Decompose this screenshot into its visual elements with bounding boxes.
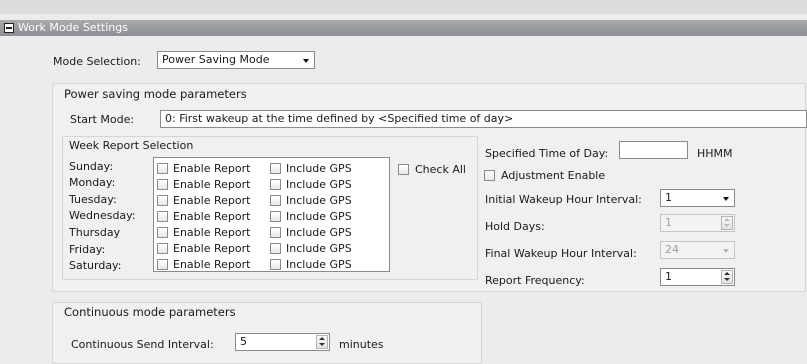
start-mode-label: Start Mode: bbox=[70, 113, 135, 126]
send-interval-value: 5 bbox=[240, 335, 247, 348]
enable-report-label: Enable Report bbox=[173, 242, 251, 255]
initial-interval-value: 1 bbox=[665, 191, 672, 204]
report-frequency-label: Report Frequency: bbox=[485, 274, 585, 287]
enable-report-label: Enable Report bbox=[173, 258, 251, 271]
day-label-sunday: Sunday: bbox=[69, 160, 114, 173]
mode-selection-value: Power Saving Mode bbox=[162, 53, 270, 66]
enable-report-label: Enable Report bbox=[173, 162, 251, 175]
day-label-saturday: Saturday: bbox=[69, 259, 122, 272]
week-report-legend: Week Report Selection bbox=[69, 139, 194, 152]
include-gps-checkbox-sunday[interactable] bbox=[270, 163, 281, 174]
enable-report-label: Enable Report bbox=[173, 210, 251, 223]
window-top-strip bbox=[0, 0, 807, 14]
section-header[interactable]: Work Mode Settings bbox=[0, 20, 807, 36]
enable-report-checkbox-tuesday[interactable] bbox=[157, 195, 168, 206]
include-gps-label: Include GPS bbox=[286, 226, 352, 239]
include-gps-label: Include GPS bbox=[286, 258, 352, 271]
spin-arrows-icon[interactable] bbox=[721, 216, 733, 230]
include-gps-label: Include GPS bbox=[286, 178, 352, 191]
mode-selection-dropdown[interactable]: Power Saving Mode bbox=[157, 51, 315, 69]
hold-days-value: 1 bbox=[665, 216, 672, 229]
include-gps-checkbox-monday[interactable] bbox=[270, 179, 281, 190]
start-mode-dropdown[interactable]: 0: First wakeup at the time defined by <… bbox=[160, 110, 807, 128]
final-interval-value: 24 bbox=[665, 243, 679, 256]
report-frequency-spinner[interactable]: 1 bbox=[660, 268, 735, 286]
hold-days-label: Hold Days: bbox=[485, 220, 545, 233]
final-interval-dropdown[interactable]: 24 bbox=[660, 241, 735, 259]
check-all-checkbox[interactable] bbox=[398, 164, 409, 175]
collapse-minus-icon[interactable] bbox=[4, 23, 14, 33]
section-header-title: Work Mode Settings bbox=[18, 21, 128, 34]
include-gps-label: Include GPS bbox=[286, 242, 352, 255]
day-label-tuesday: Tuesday: bbox=[69, 193, 117, 206]
adjustment-enable-checkbox[interactable] bbox=[484, 170, 495, 181]
report-frequency-value: 1 bbox=[665, 270, 672, 283]
chevron-down-icon bbox=[723, 197, 729, 201]
send-interval-unit: minutes bbox=[339, 338, 384, 351]
enable-report-checkbox-friday[interactable] bbox=[157, 243, 168, 254]
include-gps-label: Include GPS bbox=[286, 210, 352, 223]
check-all-label: Check All bbox=[415, 163, 466, 176]
enable-report-checkbox-thursday[interactable] bbox=[157, 227, 168, 238]
enable-report-checkbox-monday[interactable] bbox=[157, 179, 168, 190]
enable-report-label: Enable Report bbox=[173, 178, 251, 191]
send-interval-label: Continuous Send Interval: bbox=[71, 338, 214, 351]
include-gps-label: Include GPS bbox=[286, 162, 352, 175]
time-of-day-input[interactable] bbox=[619, 141, 688, 159]
adjustment-enable-label: Adjustment Enable bbox=[501, 169, 606, 182]
start-mode-value: 0: First wakeup at the time defined by <… bbox=[165, 112, 514, 125]
time-unit-label: HHMM bbox=[697, 147, 733, 160]
time-of-day-label: Specified Time of Day: bbox=[485, 147, 609, 160]
day-label-thursday: Thursday bbox=[69, 226, 121, 239]
enable-report-label: Enable Report bbox=[173, 226, 251, 239]
include-gps-checkbox-wednesday[interactable] bbox=[270, 211, 281, 222]
chevron-down-icon bbox=[723, 249, 729, 253]
enable-report-checkbox-saturday[interactable] bbox=[157, 259, 168, 270]
spin-arrows-icon[interactable] bbox=[316, 335, 328, 349]
day-label-monday: Monday: bbox=[69, 176, 116, 189]
initial-interval-label: Initial Wakeup Hour Interval: bbox=[485, 193, 642, 206]
include-gps-checkbox-saturday[interactable] bbox=[270, 259, 281, 270]
include-gps-checkbox-friday[interactable] bbox=[270, 243, 281, 254]
continuous-legend: Continuous mode parameters bbox=[64, 305, 236, 319]
hold-days-spinner[interactable]: 1 bbox=[660, 214, 735, 232]
mode-selection-label: Mode Selection: bbox=[53, 55, 141, 68]
send-interval-spinner[interactable]: 5 bbox=[235, 333, 330, 351]
include-gps-label: Include GPS bbox=[286, 194, 352, 207]
final-interval-label: Final Wakeup Hour Interval: bbox=[485, 247, 637, 260]
day-label-wednesday: Wednesday: bbox=[69, 209, 136, 222]
initial-interval-dropdown[interactable]: 1 bbox=[660, 189, 735, 207]
chevron-down-icon bbox=[303, 59, 309, 63]
include-gps-checkbox-tuesday[interactable] bbox=[270, 195, 281, 206]
enable-report-checkbox-sunday[interactable] bbox=[157, 163, 168, 174]
enable-report-checkbox-wednesday[interactable] bbox=[157, 211, 168, 222]
day-label-friday: Friday: bbox=[69, 243, 106, 256]
spin-arrows-icon[interactable] bbox=[721, 270, 733, 284]
include-gps-checkbox-thursday[interactable] bbox=[270, 227, 281, 238]
power-saving-legend: Power saving mode parameters bbox=[64, 87, 247, 101]
enable-report-label: Enable Report bbox=[173, 194, 251, 207]
